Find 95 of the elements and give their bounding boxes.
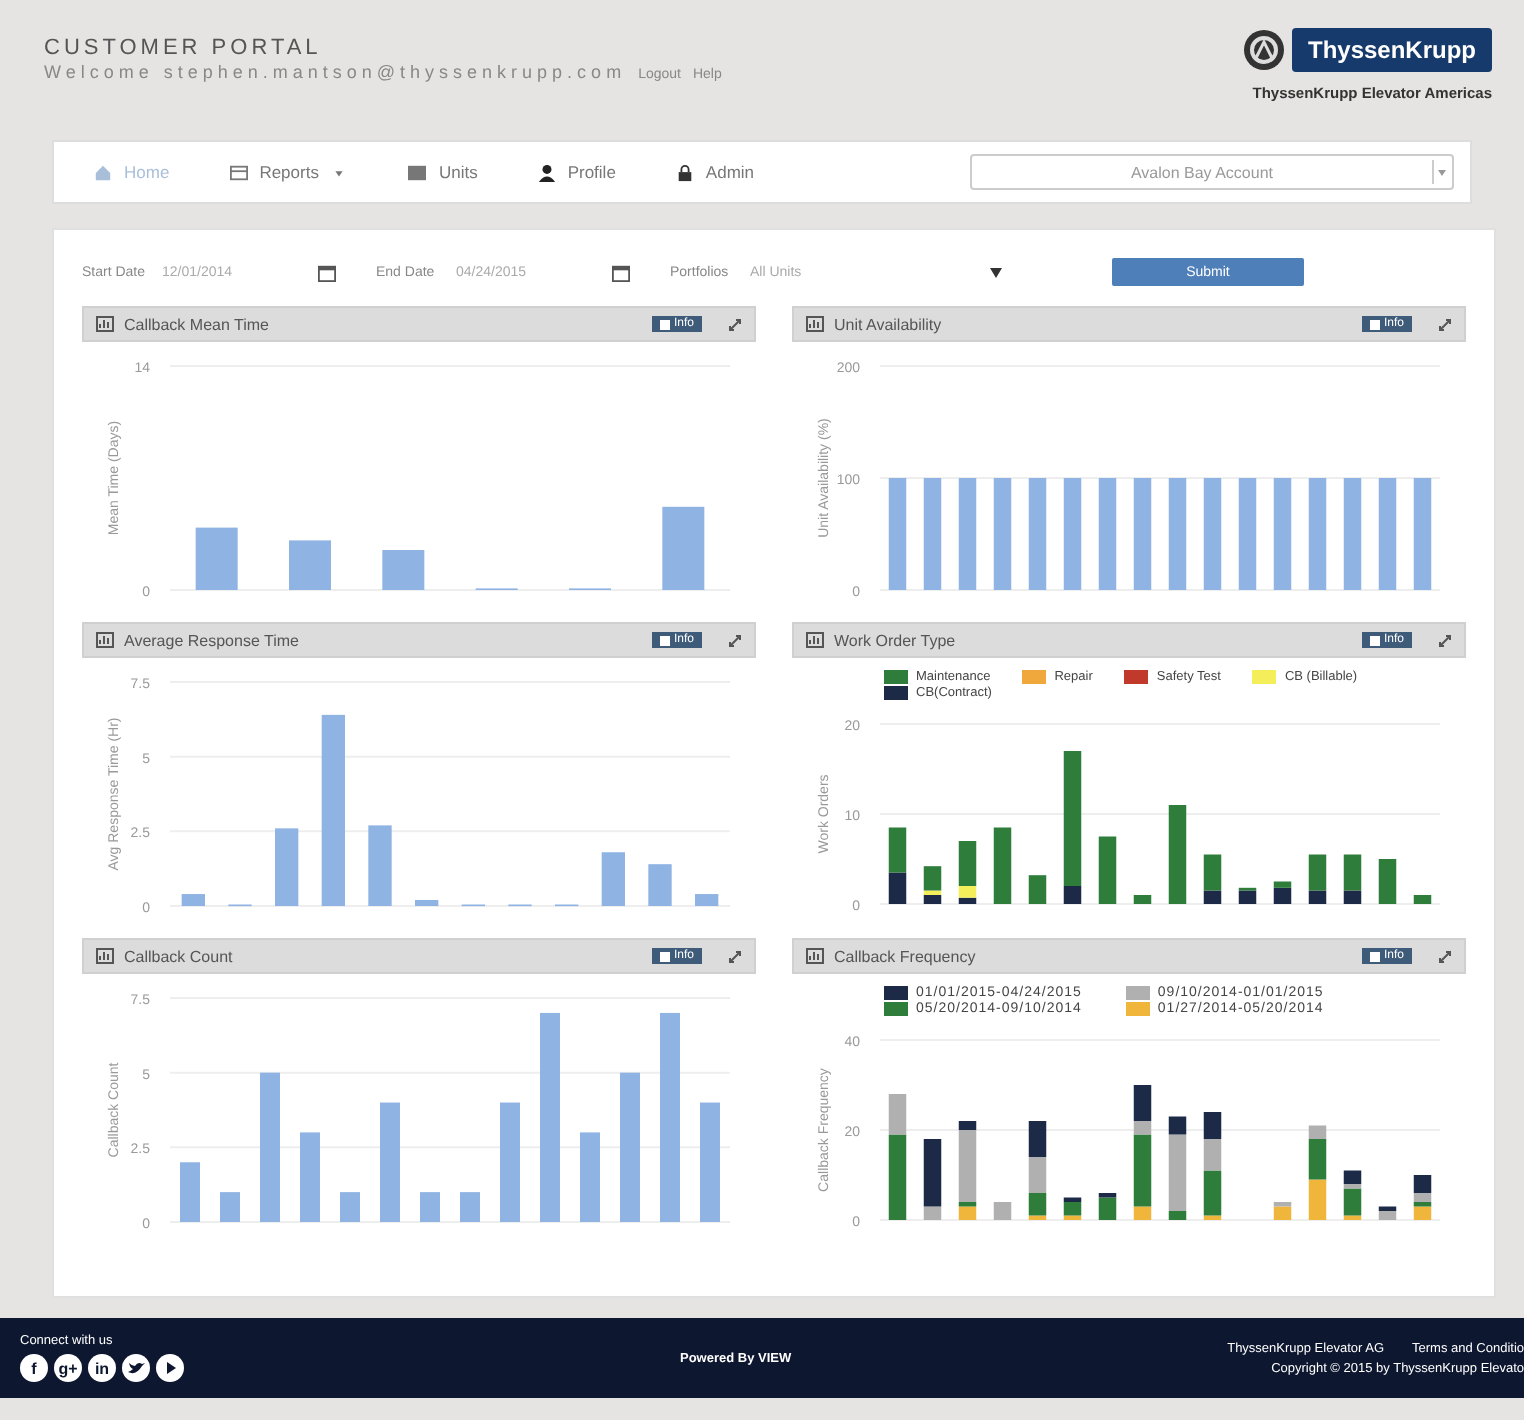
bar — [500, 1102, 520, 1222]
portal-title: CUSTOMER PORTAL — [44, 36, 324, 60]
bar — [368, 825, 392, 906]
chart-icon — [96, 948, 114, 964]
bar — [340, 1192, 360, 1222]
bar — [648, 864, 672, 906]
logo-icon — [1241, 28, 1286, 72]
social-link[interactable]: in — [88, 1354, 116, 1382]
bar — [695, 894, 719, 906]
bar — [289, 540, 331, 590]
nav-item[interactable]: Profile — [537, 162, 616, 182]
dropdown-arrow-icon[interactable] — [1432, 160, 1450, 184]
panel-title: Average Response Time — [124, 631, 301, 649]
bird-icon[interactable] — [122, 1354, 150, 1382]
welcome-text: Welcome stephen.mantson@thyssenkrupp.com — [44, 62, 627, 82]
caret-icon — [990, 267, 1002, 277]
expand-icon[interactable] — [728, 633, 742, 647]
user-icon — [537, 163, 556, 181]
bar — [1343, 478, 1362, 590]
bar — [1098, 478, 1117, 590]
bar — [181, 894, 205, 906]
expand-icon[interactable] — [1438, 317, 1452, 331]
bar — [460, 1192, 480, 1222]
table-icon — [229, 163, 248, 181]
bar — [1378, 859, 1397, 904]
panel-title: Callback Frequency — [834, 947, 978, 965]
bar — [1413, 478, 1432, 590]
bar — [993, 478, 1012, 590]
social-link[interactable]: f — [20, 1354, 48, 1382]
expand-icon[interactable] — [1438, 633, 1452, 647]
bar — [275, 828, 299, 906]
chart-icon — [806, 316, 824, 332]
bar — [958, 478, 977, 590]
chart-icon — [806, 948, 824, 964]
bar — [1203, 1112, 1222, 1139]
square-icon — [1369, 635, 1380, 645]
panel-title: Unit Availability — [834, 315, 944, 333]
bar — [1168, 478, 1187, 590]
logo: ThyssenKrupp — [1291, 28, 1492, 72]
home-icon — [94, 163, 112, 181]
bar — [1133, 895, 1152, 904]
bar — [580, 1132, 600, 1222]
square-icon — [659, 319, 670, 329]
nav-item[interactable]: Admin — [675, 162, 755, 182]
bar — [1168, 805, 1187, 904]
calendar-icon[interactable] — [318, 263, 336, 281]
bar — [993, 827, 1012, 904]
bar — [1133, 478, 1152, 590]
square-icon — [659, 635, 670, 645]
bar — [195, 527, 238, 590]
square-icon — [659, 951, 670, 961]
expand-icon[interactable] — [1438, 949, 1452, 963]
bar — [1063, 478, 1082, 590]
card-icon — [408, 163, 427, 181]
bar — [180, 1162, 200, 1222]
bar — [923, 478, 942, 590]
bar — [420, 1192, 440, 1222]
chart-icon — [806, 632, 824, 648]
nav-item[interactable]: Units — [408, 162, 478, 182]
bar — [1413, 895, 1432, 904]
bar — [1378, 478, 1397, 590]
bar — [888, 478, 907, 590]
chart-icon — [96, 632, 114, 648]
calendar-icon[interactable] — [612, 263, 630, 281]
square-icon — [1369, 951, 1380, 961]
bar — [380, 1102, 400, 1222]
nav-item[interactable]: Reports — [229, 162, 349, 182]
square-icon — [1369, 319, 1380, 329]
panel-title: Work Order Type — [834, 631, 958, 649]
bar — [1238, 478, 1257, 590]
bar — [993, 1202, 1012, 1220]
panel-title: Callback Count — [124, 947, 235, 965]
bar — [601, 852, 625, 906]
lock-icon — [675, 163, 694, 181]
bar — [1308, 478, 1327, 590]
bar — [1028, 1121, 1047, 1157]
expand-icon[interactable] — [728, 317, 742, 331]
bar — [1273, 478, 1292, 590]
bar — [700, 1102, 720, 1222]
bar — [382, 550, 425, 590]
bar — [415, 900, 439, 906]
play-icon[interactable] — [156, 1354, 184, 1382]
bar — [1028, 875, 1047, 904]
bar — [1098, 836, 1117, 904]
panel-title: Callback Mean Time — [124, 315, 271, 333]
expand-icon[interactable] — [728, 949, 742, 963]
chart-icon — [96, 316, 114, 332]
bar — [1308, 1179, 1327, 1220]
bar — [300, 1132, 320, 1222]
bar — [220, 1192, 240, 1222]
bar — [662, 506, 705, 590]
bar — [1028, 478, 1047, 590]
account-select[interactable]: Avalon Bay Account — [970, 154, 1454, 190]
social-link[interactable]: g+ — [54, 1354, 82, 1382]
bar — [1203, 478, 1222, 590]
